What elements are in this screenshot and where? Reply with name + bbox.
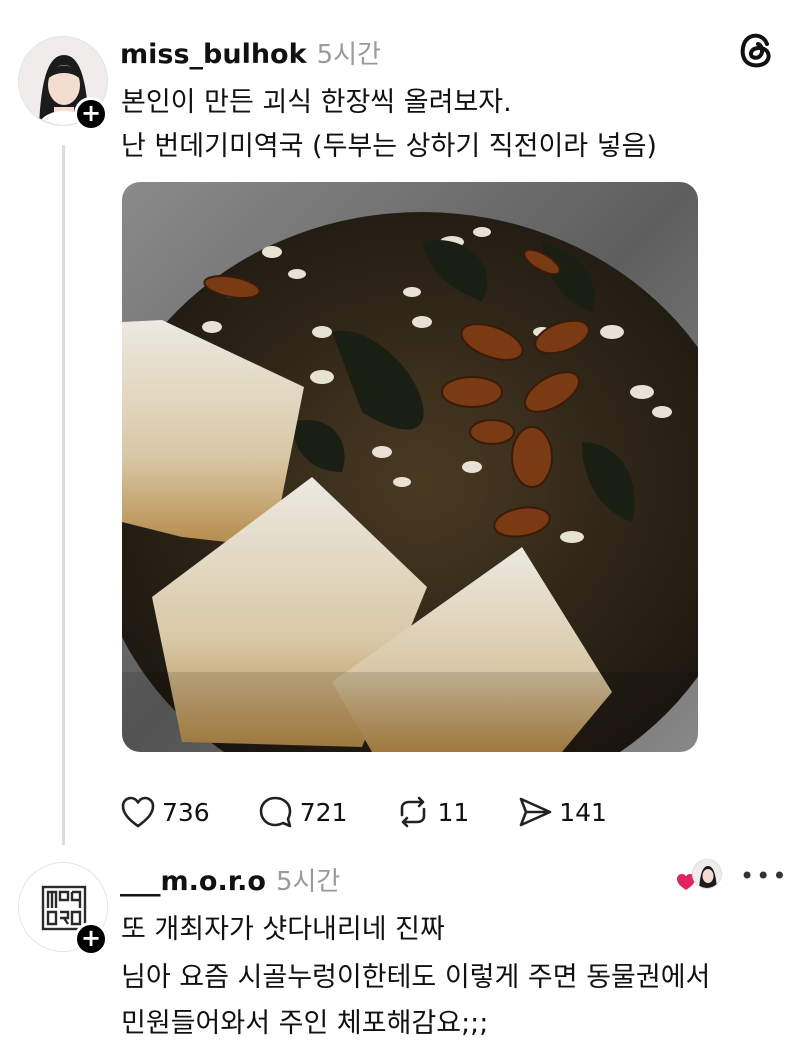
reply-header: ___m.o.r.o 5시간 (120, 861, 340, 898)
reply-follow-plus-icon[interactable]: + (74, 922, 108, 956)
reply-text-line-2: 님아 요즘 시골누렁이한테도 이렇게 주면 동물권에서 (121, 962, 711, 993)
send-icon (519, 797, 552, 827)
share-action[interactable]: 141 (517, 795, 607, 829)
post-header: miss_bulhok 5시간 (120, 34, 381, 71)
repost-count: 11 (437, 797, 470, 827)
heart-icon (121, 796, 155, 828)
comment-count: 721 (299, 797, 348, 827)
post-text-line-1: 본인이 만든 괴식 한장씩 올려보자. (121, 87, 512, 118)
reply-timestamp: 5시간 (275, 867, 341, 897)
repost-icon (401, 796, 426, 828)
repost-action[interactable]: 11 (395, 795, 469, 829)
follow-plus-icon[interactable]: + (74, 97, 108, 131)
comment-bubble-icon (259, 796, 292, 828)
soup-photo (122, 182, 698, 752)
reply-text-line-1: 또 개최자가 샷다내리네 진짜 (121, 914, 445, 945)
like-action[interactable]: 736 (120, 795, 210, 829)
post-timestamp: 5시간 (316, 40, 381, 70)
more-icon[interactable]: ••• (740, 862, 788, 890)
thread-connector-line (62, 145, 65, 845)
post-actions-bar: 736 721 11 141 (120, 790, 655, 834)
share-count: 141 (559, 797, 607, 827)
reply-text-line-3: 민원들어와서 주인 체포해감요;;; (121, 1008, 489, 1039)
author-mini-avatar (692, 859, 722, 889)
comment-action[interactable]: 721 (258, 795, 348, 829)
post-image[interactable] (122, 182, 698, 752)
threads-logo-icon[interactable] (736, 30, 776, 70)
post-username[interactable]: miss_bulhok (120, 39, 307, 70)
like-count: 736 (162, 797, 210, 827)
reply-username[interactable]: ___m.o.r.o (120, 866, 266, 897)
post-text-line-2: 난 번데기미역국 (두부는 상하기 직전이라 넣음) (121, 131, 657, 162)
